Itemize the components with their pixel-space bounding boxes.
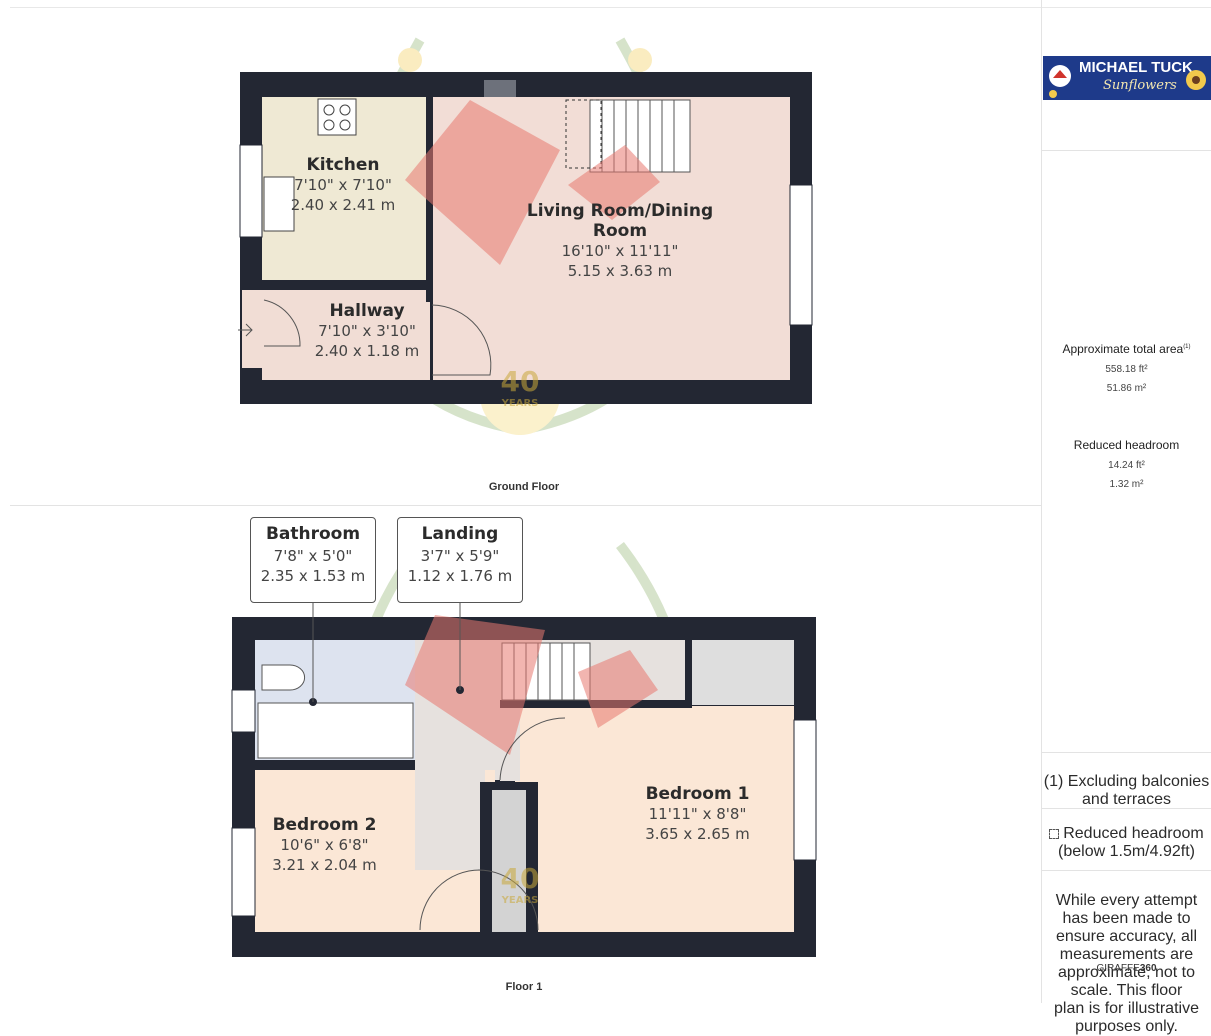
floor-plan [231, 37, 817, 957]
total-area-title: Approximate total area(1) [1062, 342, 1191, 356]
bathroom-window [231, 689, 256, 733]
total-area-block: Approximate total area(1) 558.18 ft² 51.… [1042, 342, 1211, 398]
room-name: Kitchen [306, 155, 380, 175]
reduced-headroom-block: Reduced headroom 14.24 ft² 1.32 m² [1042, 438, 1211, 494]
room-dim-imperial: 3'7" x 5'9" [420, 547, 500, 565]
hob [317, 98, 357, 136]
brand-logo: MICHAEL TUCK Sunflowers [1043, 56, 1211, 100]
callout-landing: Landing 3'7" x 5'9" 1.12 x 1.76 m [397, 517, 523, 603]
room-dim-metric: 3.65 x 2.65 m [645, 825, 750, 843]
room-label-hallway: Hallway 7'10" x 3'10" 2.40 x 1.18 m [296, 301, 438, 361]
room-dim-metric: 3.21 x 2.04 m [272, 856, 377, 874]
room-label-living: Living Room/Dining Room 16'10" x 11'11" … [500, 201, 740, 281]
note-excluding: (1) Excluding balconies and terraces [1043, 773, 1210, 808]
room-dim-imperial: 7'10" x 3'10" [318, 322, 416, 340]
room-name: Living Room/Dining Room [526, 201, 714, 241]
room-dim-imperial: 7'10" x 7'10" [294, 176, 392, 194]
room-dim-imperial: 16'10" x 11'11" [561, 242, 679, 260]
living-window [789, 184, 813, 326]
giraffe360-credit: GIRAFFE360 [1096, 963, 1157, 974]
sunflower-icon [1186, 70, 1206, 90]
room-dim-imperial: 10'6" x 6'8" [280, 836, 369, 854]
room-name: Bedroom 1 [645, 784, 750, 804]
room-label-bedroom2: Bedroom 2 10'6" x 6'8" 3.21 x 2.04 m [252, 815, 397, 875]
bedroom1-window [793, 719, 817, 861]
floor-label-ground: Ground Floor [488, 481, 560, 493]
toilet [261, 664, 306, 691]
cupboard-area [690, 640, 794, 705]
logo-house-icon [1049, 65, 1071, 98]
room-name: Bedroom 2 [272, 815, 377, 835]
room-dim-imperial: 7'8" x 5'0" [273, 547, 353, 565]
total-area-ft: 558.18 ft² [1105, 364, 1148, 375]
bathtub [257, 702, 414, 759]
room-label-kitchen: Kitchen 7'10" x 7'10" 2.40 x 2.41 m [272, 155, 414, 215]
brand-badge: Sunflowers [1103, 78, 1177, 93]
watermark-number: 40 [500, 365, 540, 398]
watermark-text-floor1: 40 YEARS [495, 862, 545, 906]
brand-name: MICHAEL TUCK [1079, 59, 1193, 76]
reduced-headroom-title: Reduced headroom [1073, 438, 1180, 452]
room-label-bedroom1: Bedroom 1 11'11" x 8'8" 3.65 x 2.65 m [625, 784, 770, 844]
sidebar-rule [1042, 752, 1211, 753]
watermark-word: YEARS [501, 895, 539, 906]
dashed-box-icon [1049, 829, 1060, 839]
watermark-word: YEARS [501, 398, 539, 409]
reduced-headroom-ft: 14.24 ft² [1108, 460, 1145, 471]
room-dim-metric: 2.35 x 1.53 m [260, 567, 366, 585]
room-dim-metric: 5.15 x 3.63 m [567, 262, 673, 280]
legend-reduced-headroom: Reduced headroom (below 1.5m/4.92ft) [1042, 825, 1211, 861]
room-name: Hallway [329, 301, 405, 321]
watermark-text-ground: 40 YEARS [495, 365, 545, 409]
kitchen-window [239, 144, 263, 238]
room-dim-metric: 2.40 x 2.41 m [290, 196, 396, 214]
sidebar-rule [1042, 808, 1211, 809]
total-area-m: 51.86 m² [1106, 383, 1147, 394]
room-name: Landing [421, 524, 499, 544]
room-name: Bathroom [265, 524, 361, 544]
callout-bathroom: Bathroom 7'8" x 5'0" 2.35 x 1.53 m [250, 517, 376, 603]
sidebar-rule [1042, 150, 1211, 151]
reduced-headroom-m: 1.32 m² [1109, 479, 1144, 490]
watermark-number: 40 [500, 862, 540, 895]
sidebar-rule [1042, 870, 1211, 871]
floor-label-floor1: Floor 1 [505, 981, 543, 993]
room-dim-metric: 1.12 x 1.76 m [407, 567, 513, 585]
room-dim-metric: 2.40 x 1.18 m [314, 342, 420, 360]
room-dim-imperial: 11'11" x 8'8" [648, 805, 747, 823]
